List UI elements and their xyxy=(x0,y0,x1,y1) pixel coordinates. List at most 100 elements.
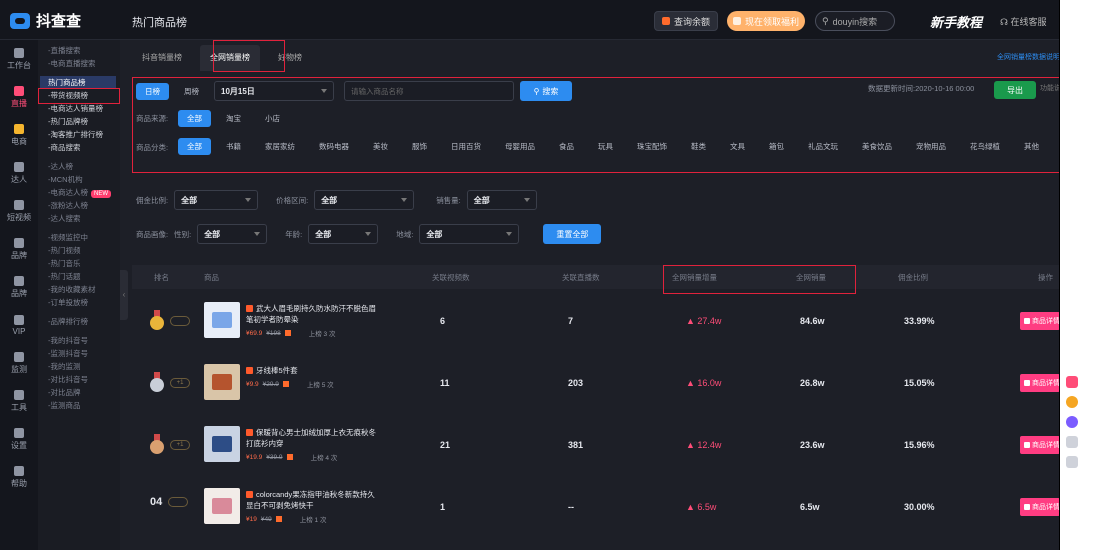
age-select[interactable]: 全部 xyxy=(308,224,379,244)
tab-0[interactable]: 抖音销量榜 xyxy=(132,45,192,71)
price-select[interactable]: 全部 xyxy=(314,190,415,210)
submenu-item[interactable]: -热门音乐 xyxy=(38,257,120,270)
sales-select[interactable]: 全部 xyxy=(466,190,537,210)
commission-rate: 15.05% xyxy=(904,378,935,388)
submenu-item[interactable]: -淘客推广排行榜 xyxy=(38,128,120,141)
product-name-wrap[interactable]: 武大人眉毛刷持久防水防汗不脱色眉笔初学者防晕染 xyxy=(246,303,376,325)
sidebar-item-label: 短视频 xyxy=(7,212,31,222)
store-icon xyxy=(14,275,24,286)
submenu-item[interactable]: -监测抖音号 xyxy=(38,347,120,360)
column-header: 商品 xyxy=(204,273,219,282)
submenu-item[interactable]: -监测商品 xyxy=(38,399,120,412)
sidebar-item-5[interactable]: 品牌 xyxy=(0,230,38,268)
submenu-item[interactable]: -视频监控中 xyxy=(38,231,120,244)
sidebar-item-2[interactable]: 电商 xyxy=(0,116,38,154)
product-thumbnail[interactable] xyxy=(204,302,240,338)
submenu-item[interactable]: -我的监测 xyxy=(38,360,120,373)
sidebar-item-3[interactable]: 达人 xyxy=(0,154,38,192)
submenu-item[interactable]: -商品搜索 xyxy=(38,141,120,154)
region-select[interactable]: 全部 xyxy=(419,224,520,244)
product-thumbnail[interactable] xyxy=(204,426,240,462)
column-header[interactable]: 佣金比例 xyxy=(898,272,928,283)
price-label: 价格区间: xyxy=(276,195,309,205)
sales-total: 26.8w xyxy=(800,378,825,388)
promo-button[interactable]: 现在领取福利 xyxy=(727,11,805,31)
tab-help-link[interactable]: 全网销量榜数据说明 xyxy=(997,52,1060,62)
product-thumbnail[interactable] xyxy=(204,488,240,524)
product-detail-button[interactable]: 商品详情 xyxy=(1020,374,1060,392)
customer-service-link[interactable]: ☊ 在线客服 xyxy=(1000,15,1047,28)
sidebar-item-11[interactable]: 帮助 xyxy=(0,458,38,496)
product-price: ¥69.9 xyxy=(246,329,263,337)
rank-cell xyxy=(150,310,190,332)
product-detail-button[interactable]: 商品详情 xyxy=(1020,436,1060,454)
submenu-item[interactable]: -电商达人榜 NEW xyxy=(38,186,120,199)
submenu-item[interactable]: -MCN机构 xyxy=(38,173,120,186)
sales-increase: ▲ 16.0w xyxy=(686,378,722,388)
sidebar-item-7[interactable]: VIP xyxy=(0,306,38,344)
chart-icon[interactable] xyxy=(1066,376,1078,388)
sidebar-item-8[interactable]: 监测 xyxy=(0,344,38,382)
submenu-item[interactable]: -达人搜索 xyxy=(38,212,120,225)
submenu-item[interactable]: -我的收藏素材 xyxy=(38,283,120,296)
tiktok-icon xyxy=(14,161,24,172)
submenu-item[interactable]: -直播搜索 xyxy=(38,44,120,57)
submenu-label: -对比品牌 xyxy=(48,388,81,397)
product-detail-button[interactable]: 商品详情 xyxy=(1020,312,1060,330)
persona-label: 商品画像: xyxy=(136,229,169,239)
submenu-item[interactable]: -订单投放榜 xyxy=(38,296,120,309)
table-row[interactable]: 武大人眉毛刷持久防水防汗不脱色眉笔初学者防晕染 ¥69.9 ¥198 上榜 3 次 6 7… xyxy=(132,292,1060,352)
recharge-button[interactable]: 查询余额 xyxy=(654,11,718,31)
product-detail-button[interactable]: 商品详情 xyxy=(1020,498,1060,516)
sidebar-item-0[interactable]: 工作台 xyxy=(0,40,38,78)
submenu-item[interactable]: -品牌排行榜 xyxy=(38,315,120,328)
taobao-icon xyxy=(246,429,253,436)
global-search-input[interactable]: ⚲ douyin搜索 xyxy=(815,11,895,31)
sidebar-item-1[interactable]: 直播 xyxy=(0,78,38,116)
submenu-item[interactable]: -我的抖音号 xyxy=(38,334,120,347)
tutorial-link[interactable]: 新手教程 xyxy=(930,12,982,31)
submenu-item[interactable]: -热门品牌榜 xyxy=(38,115,120,128)
collapse-sidebar-button[interactable]: ‹ xyxy=(120,270,128,320)
submenu-item[interactable]: -对比抖音号 xyxy=(38,373,120,386)
share-icon[interactable] xyxy=(1066,456,1078,468)
sidebar-item-10[interactable]: 设置 xyxy=(0,420,38,458)
submenu-label: -达人榜 xyxy=(48,162,73,171)
submenu-label: -我的监测 xyxy=(48,362,81,371)
rank-number: 04 xyxy=(150,496,163,508)
sidebar-item-9[interactable]: 工具 xyxy=(0,382,38,420)
sales-value: 全部 xyxy=(473,195,490,205)
reset-button[interactable]: 重置全部 xyxy=(543,224,602,244)
table-row[interactable]: 04 colorcandy果冻指甲油秋冬新款持久显白不可剥免烤快干 ¥19 ¥49 上榜… xyxy=(132,478,1060,538)
product-name-wrap[interactable]: colorcandy果冻指甲油秋冬新款持久显白不可剥免烤快干 xyxy=(246,489,376,511)
product-name-wrap[interactable]: 保暖背心男士加绒加厚上衣无痕秋冬打底衫内穿 xyxy=(246,427,376,449)
rank-change-badge: +1 xyxy=(170,378,190,388)
submenu-item[interactable]: -涨粉达人榜 xyxy=(38,199,120,212)
chat-icon[interactable] xyxy=(1066,416,1078,428)
table-row[interactable]: +1 保暖背心男士加绒加厚上衣无痕秋冬打底衫内穿 ¥19.9 ¥39.9 上榜 4 次 2… xyxy=(132,416,1060,476)
table-row[interactable]: +1 牙线棒5件套 ¥9.9 ¥29.9 上榜 5 次 11 203 ▲ 16.0w 26.8w… xyxy=(132,354,1060,414)
submenu-label: -视频监控中 xyxy=(48,233,88,242)
commission-value: 全部 xyxy=(181,195,198,205)
home-icon[interactable] xyxy=(1066,436,1078,448)
sidebar-item-6[interactable]: 品牌 xyxy=(0,268,38,306)
column-header[interactable]: 关联直播数 xyxy=(562,272,600,283)
submenu-item[interactable]: -电商直播搜索 xyxy=(38,57,120,70)
gender-select[interactable]: 全部 xyxy=(197,224,268,244)
submenu-item[interactable]: -达人榜 xyxy=(38,160,120,173)
column-header[interactable]: 关联视频数 xyxy=(432,272,470,283)
submenu-item[interactable]: -热门话题 xyxy=(38,270,120,283)
submenu-item[interactable]: -对比品牌 xyxy=(38,386,120,399)
sidebar-item-4[interactable]: 短视频 xyxy=(0,192,38,230)
price-value: 全部 xyxy=(321,195,338,205)
recharge-label: 查询余额 xyxy=(673,16,710,27)
product-thumbnail[interactable] xyxy=(204,364,240,400)
vip-icon[interactable] xyxy=(1066,396,1078,408)
chevron-down-icon xyxy=(245,198,252,202)
logo[interactable]: 抖查查 xyxy=(10,10,81,31)
settings-icon xyxy=(14,427,24,438)
product-name-wrap[interactable]: 牙线棒5件套 xyxy=(246,365,376,376)
commission-select[interactable]: 全部 xyxy=(174,190,259,210)
commission-rate: 30.00% xyxy=(904,502,935,512)
submenu-item[interactable]: -热门视频 xyxy=(38,244,120,257)
